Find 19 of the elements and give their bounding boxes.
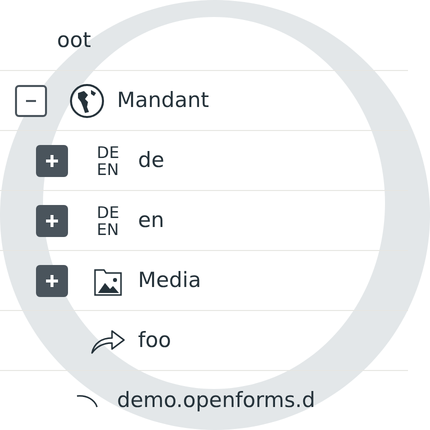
plus-icon bbox=[45, 214, 59, 228]
expand-button[interactable] bbox=[36, 264, 68, 296]
language-icon: DE EN bbox=[96, 204, 120, 238]
tree-item-label[interactable]: oot bbox=[57, 24, 91, 56]
minus-icon bbox=[26, 100, 36, 102]
globe-icon bbox=[69, 82, 105, 118]
tree-item-label[interactable]: demo.openforms.d bbox=[117, 384, 316, 416]
arc-icon bbox=[75, 394, 99, 408]
expand-button[interactable] bbox=[36, 144, 68, 176]
tree-item-label[interactable]: Media bbox=[138, 264, 202, 296]
tree-item-label[interactable]: en bbox=[138, 204, 164, 236]
collapse-button[interactable] bbox=[15, 84, 47, 116]
expand-button[interactable] bbox=[36, 204, 68, 236]
plus-icon bbox=[45, 274, 59, 288]
language-icon: DE EN bbox=[96, 144, 120, 178]
tree-item-label[interactable]: de bbox=[138, 144, 164, 176]
tree-item-label[interactable]: Mandant bbox=[117, 84, 210, 116]
plus-icon bbox=[45, 154, 59, 168]
tree-item-label[interactable]: foo bbox=[138, 324, 172, 356]
